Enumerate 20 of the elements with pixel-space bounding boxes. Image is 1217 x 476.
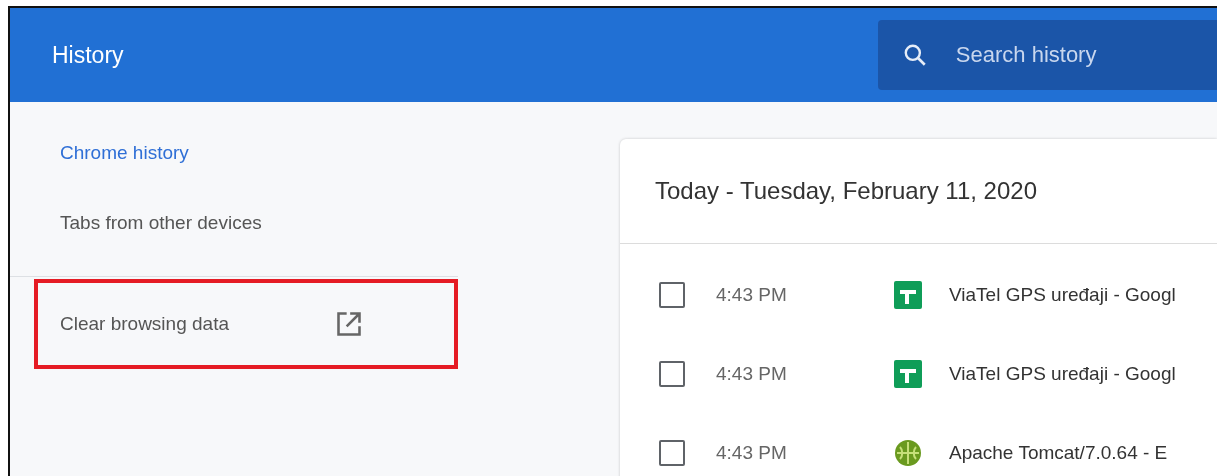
- page-title: History: [52, 41, 125, 69]
- spreadsheet-icon: [894, 359, 922, 388]
- checkbox[interactable]: [659, 281, 685, 308]
- page-link[interactable]: Apache Tomcat/7.0.64 - E: [949, 441, 1168, 464]
- visit-time: 4:43 PM: [716, 441, 788, 464]
- spreadsheet-icon: [894, 280, 922, 309]
- checkbox[interactable]: [659, 360, 685, 387]
- search-input[interactable]: Search history: [953, 41, 1198, 69]
- page-link[interactable]: ViaTel GPS uređaji - Googl: [949, 362, 1176, 385]
- visit-time: 4:43 PM: [716, 362, 788, 385]
- search-field[interactable]: Search history: [877, 20, 1217, 90]
- date-heading: Today - Tuesday, February 11, 2020: [620, 139, 1217, 244]
- external-link-icon: [335, 310, 363, 338]
- sidebar-link[interactable]: Chrome history: [10, 136, 189, 206]
- sidebar-link[interactable]: Tabs from other devices: [10, 206, 262, 276]
- globe-icon: [894, 438, 922, 467]
- visit-time: 4:43 PM: [716, 283, 788, 306]
- page-link[interactable]: ViaTel GPS uređaji - Googl: [949, 283, 1176, 306]
- checkbox[interactable]: [659, 439, 685, 466]
- clear-browsing-link[interactable]: Clear browsing data: [60, 313, 229, 335]
